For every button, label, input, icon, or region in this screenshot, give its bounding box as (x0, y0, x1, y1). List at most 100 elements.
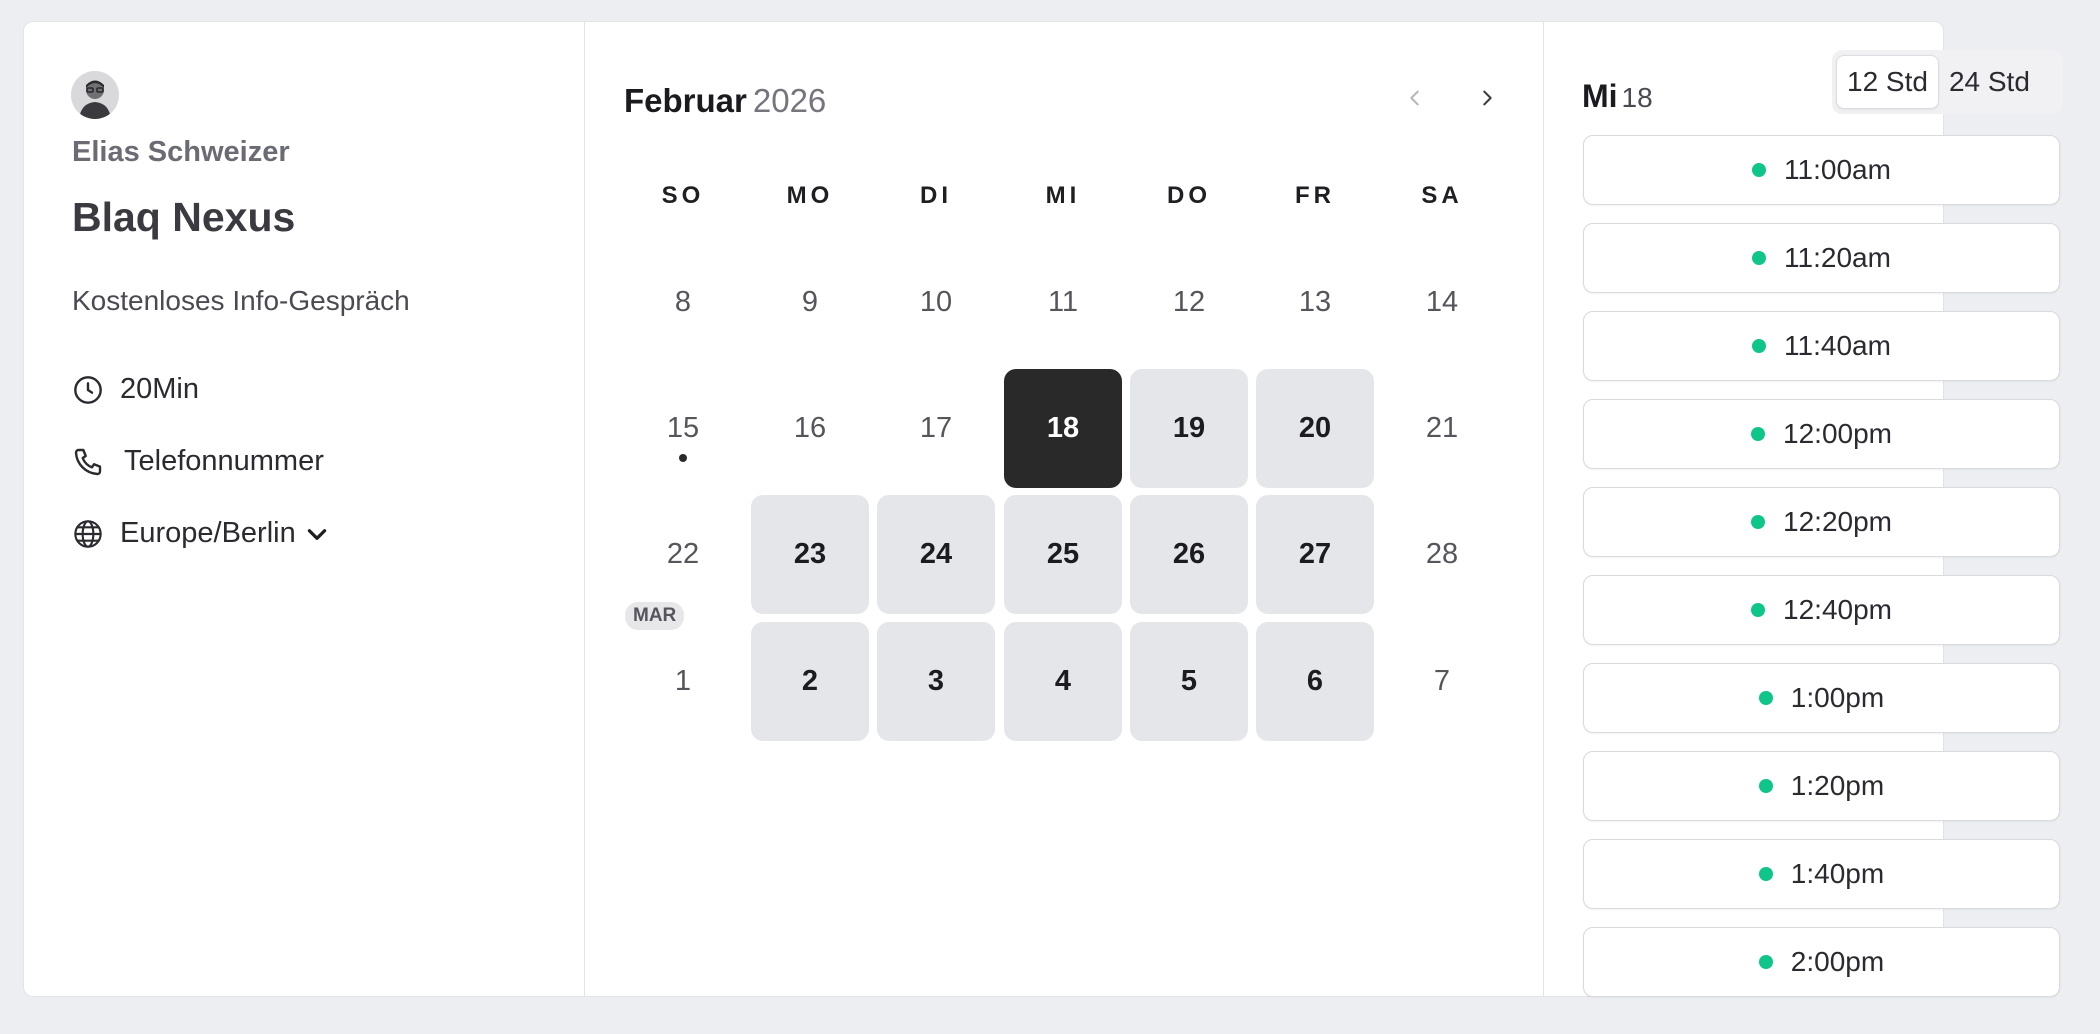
day-number: 17 (919, 412, 953, 444)
day-number: 12 (1172, 286, 1206, 318)
day-number: 14 (1425, 286, 1459, 318)
weekday-label: SA (1421, 182, 1463, 209)
day-cell-available[interactable]: 27 (1256, 495, 1374, 614)
location-row: Telefonnummer (72, 445, 324, 478)
selected-day-heading: Mi 18 (1582, 78, 1653, 115)
day-cell: 13 (1256, 243, 1374, 362)
time-slot-label: 11:20am (1784, 242, 1891, 273)
day-number: 4 (1054, 665, 1072, 697)
day-number: 13 (1298, 286, 1332, 318)
format-12h-button[interactable]: 12 Std (1836, 55, 1939, 109)
availability-dot-icon (1751, 427, 1766, 441)
day-number: 6 (1306, 665, 1324, 697)
day-cell-available[interactable]: 23 (751, 495, 869, 614)
day-cell-available[interactable]: 24 (877, 495, 995, 614)
day-cell: 12 (1130, 243, 1248, 362)
day-number: 3 (927, 665, 945, 697)
globe-icon (74, 519, 102, 548)
weekday-label: SO (661, 182, 705, 209)
today-indicator (679, 454, 687, 462)
time-slot-button[interactable]: 11:20am (1583, 223, 2060, 293)
day-cell: 7 (1383, 622, 1501, 741)
format-24h-button[interactable]: 24 Std (1939, 56, 2040, 108)
day-number: 5 (1180, 665, 1198, 697)
day-cell-selected[interactable]: 18 (1004, 369, 1122, 488)
day-cell: 14 (1383, 243, 1501, 362)
time-slot-button[interactable]: 12:40pm (1583, 575, 2060, 645)
day-number: 9 (801, 286, 819, 318)
prev-month-button[interactable] (1395, 78, 1435, 118)
day-cell-available[interactable]: 6 (1256, 622, 1374, 741)
month-year: 2026 (752, 82, 827, 119)
time-slot-button[interactable]: 1:20pm (1583, 751, 2060, 821)
duration-row: 20Min (72, 373, 199, 406)
time-slot-button[interactable]: 11:40am (1583, 311, 2060, 381)
day-cell-available[interactable]: 2 (751, 622, 869, 741)
day-number: 20 (1298, 412, 1332, 444)
next-month-button[interactable] (1467, 78, 1507, 118)
weekday-label: DI (920, 182, 952, 209)
day-cell: 21 (1383, 369, 1501, 488)
day-number: 23 (793, 538, 827, 570)
time-slot-button[interactable]: 1:40pm (1583, 839, 2060, 909)
availability-dot-icon (1758, 691, 1773, 705)
day-cell-available[interactable]: 3 (877, 622, 995, 741)
time-slot-button[interactable]: 11:00am (1583, 135, 2060, 205)
time-slots-panel: Mi 18 12 Std 24 Std 11:00am 11:20am 11:40am… (1544, 22, 2063, 997)
weekday-label: MI (1045, 182, 1081, 209)
time-slot-label: 1:20pm (1790, 770, 1885, 801)
time-slot-button[interactable]: 2:00pm (1583, 927, 2060, 997)
day-cell-available[interactable]: 26 (1130, 495, 1248, 614)
event-description: Kostenloses Info-Gespräch (72, 285, 410, 316)
day-number: 10 (919, 286, 953, 318)
day-number: 1 (674, 665, 692, 697)
day-cell: 22 (624, 495, 742, 614)
clock-icon (74, 375, 102, 404)
weekday-label: FR (1295, 182, 1335, 209)
day-number: 25 (1046, 538, 1080, 570)
time-slot-button[interactable]: 12:20pm (1583, 487, 2060, 557)
time-slot-label: 1:00pm (1790, 682, 1885, 713)
next-month-badge: MAR (625, 602, 685, 630)
day-number: 28 (1425, 538, 1459, 570)
time-slot-label: 12:00pm (1783, 418, 1892, 449)
weekday-label: MO (786, 182, 834, 209)
chevron-left-icon (1410, 90, 1419, 106)
time-slot-label: 11:00am (1784, 154, 1891, 185)
day-number: 18 (1046, 412, 1080, 444)
day-number: 27 (1298, 538, 1332, 570)
time-slot-label: 12:40pm (1783, 594, 1892, 625)
host-name: Elias Schweizer (72, 136, 290, 168)
day-number: 19 (1172, 412, 1206, 444)
time-slot-button[interactable]: 12:00pm (1583, 399, 2060, 469)
day-cell-available[interactable]: 19 (1130, 369, 1248, 488)
avatar (71, 71, 119, 119)
day-cell-available[interactable]: 20 (1256, 369, 1374, 488)
day-cell: 9 (751, 243, 869, 362)
day-number: 11 (1047, 286, 1079, 318)
availability-dot-icon (1751, 515, 1766, 529)
time-slot-label: 2:00pm (1790, 946, 1885, 977)
avatar-icon (71, 71, 119, 119)
selected-day-label: Mi (1582, 78, 1618, 114)
day-cell-available[interactable]: 25 (1004, 495, 1122, 614)
month-heading: Februar 2026 (624, 82, 826, 120)
time-slot-label: 1:40pm (1790, 858, 1885, 889)
day-cell: 28 (1383, 495, 1501, 614)
time-slot-label: 12:20pm (1783, 506, 1892, 537)
timezone-select[interactable]: Europe/Berlin (72, 517, 330, 550)
selected-day-number: 18 (1621, 82, 1653, 113)
day-cell: 1 (624, 622, 742, 741)
day-number: 26 (1172, 538, 1206, 570)
day-cell: 15 (624, 369, 742, 488)
timezone-label: Europe/Berlin (120, 517, 296, 549)
day-cell-available[interactable]: 4 (1004, 622, 1122, 741)
day-number: 22 (666, 538, 700, 570)
availability-dot-icon (1752, 163, 1767, 177)
month-name: Februar (624, 82, 747, 119)
day-cell-available[interactable]: 5 (1130, 622, 1248, 741)
time-slot-button[interactable]: 1:00pm (1583, 663, 2060, 733)
availability-dot-icon (1758, 867, 1773, 881)
day-number: 21 (1425, 412, 1459, 444)
location-label: Telefonnummer (124, 445, 324, 477)
